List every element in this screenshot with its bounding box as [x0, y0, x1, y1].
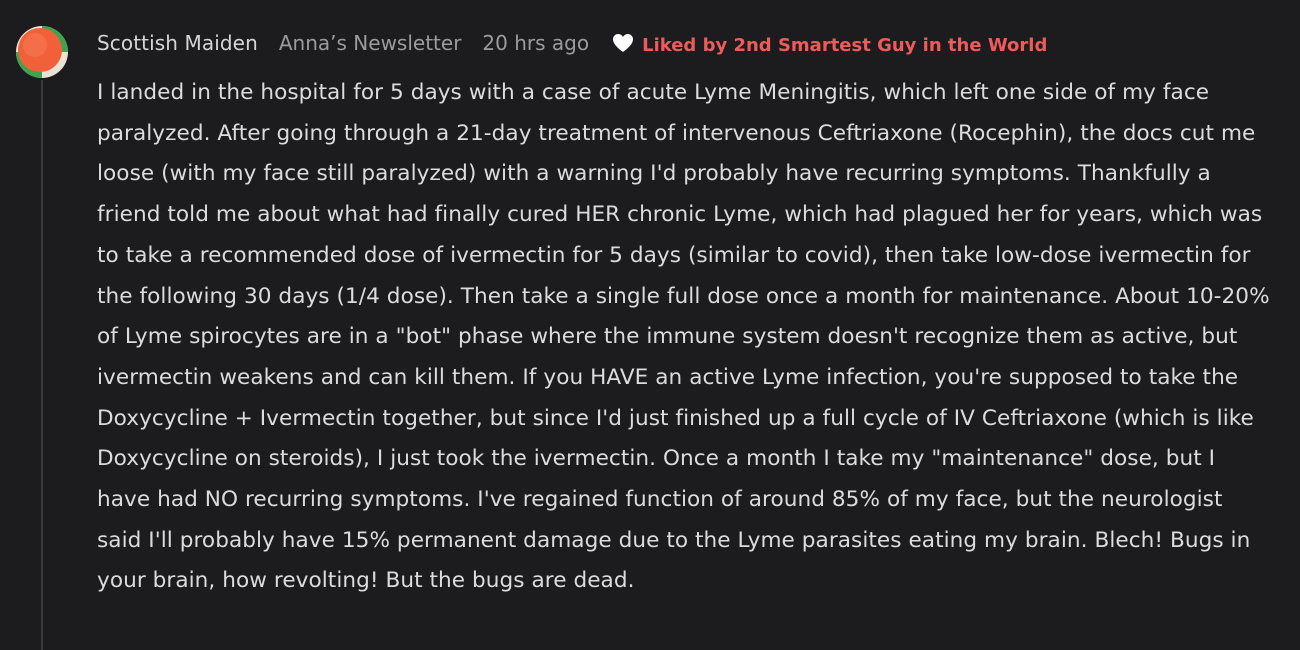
avatar[interactable] [15, 25, 69, 79]
publication-name[interactable]: Anna’s Newsletter [279, 31, 462, 55]
comment-body: I landed in the hospital for 5 days with… [97, 80, 1270, 594]
comment-header: Scottish Maiden Anna’s Newsletter 20 hrs… [97, 28, 1047, 58]
comment: Scottish Maiden Anna’s Newsletter 20 hrs… [0, 0, 1300, 650]
timestamp[interactable]: 20 hrs ago [482, 31, 589, 55]
liked-by-text: Liked by 2nd Smartest Guy in the World [642, 34, 1048, 56]
heart-icon [613, 34, 634, 52]
thread-line[interactable] [41, 80, 43, 650]
author-name[interactable]: Scottish Maiden [97, 31, 258, 55]
avatar-icon [16, 26, 68, 78]
liked-by-badge: Liked by 2nd Smartest Guy in the World [612, 33, 1048, 56]
